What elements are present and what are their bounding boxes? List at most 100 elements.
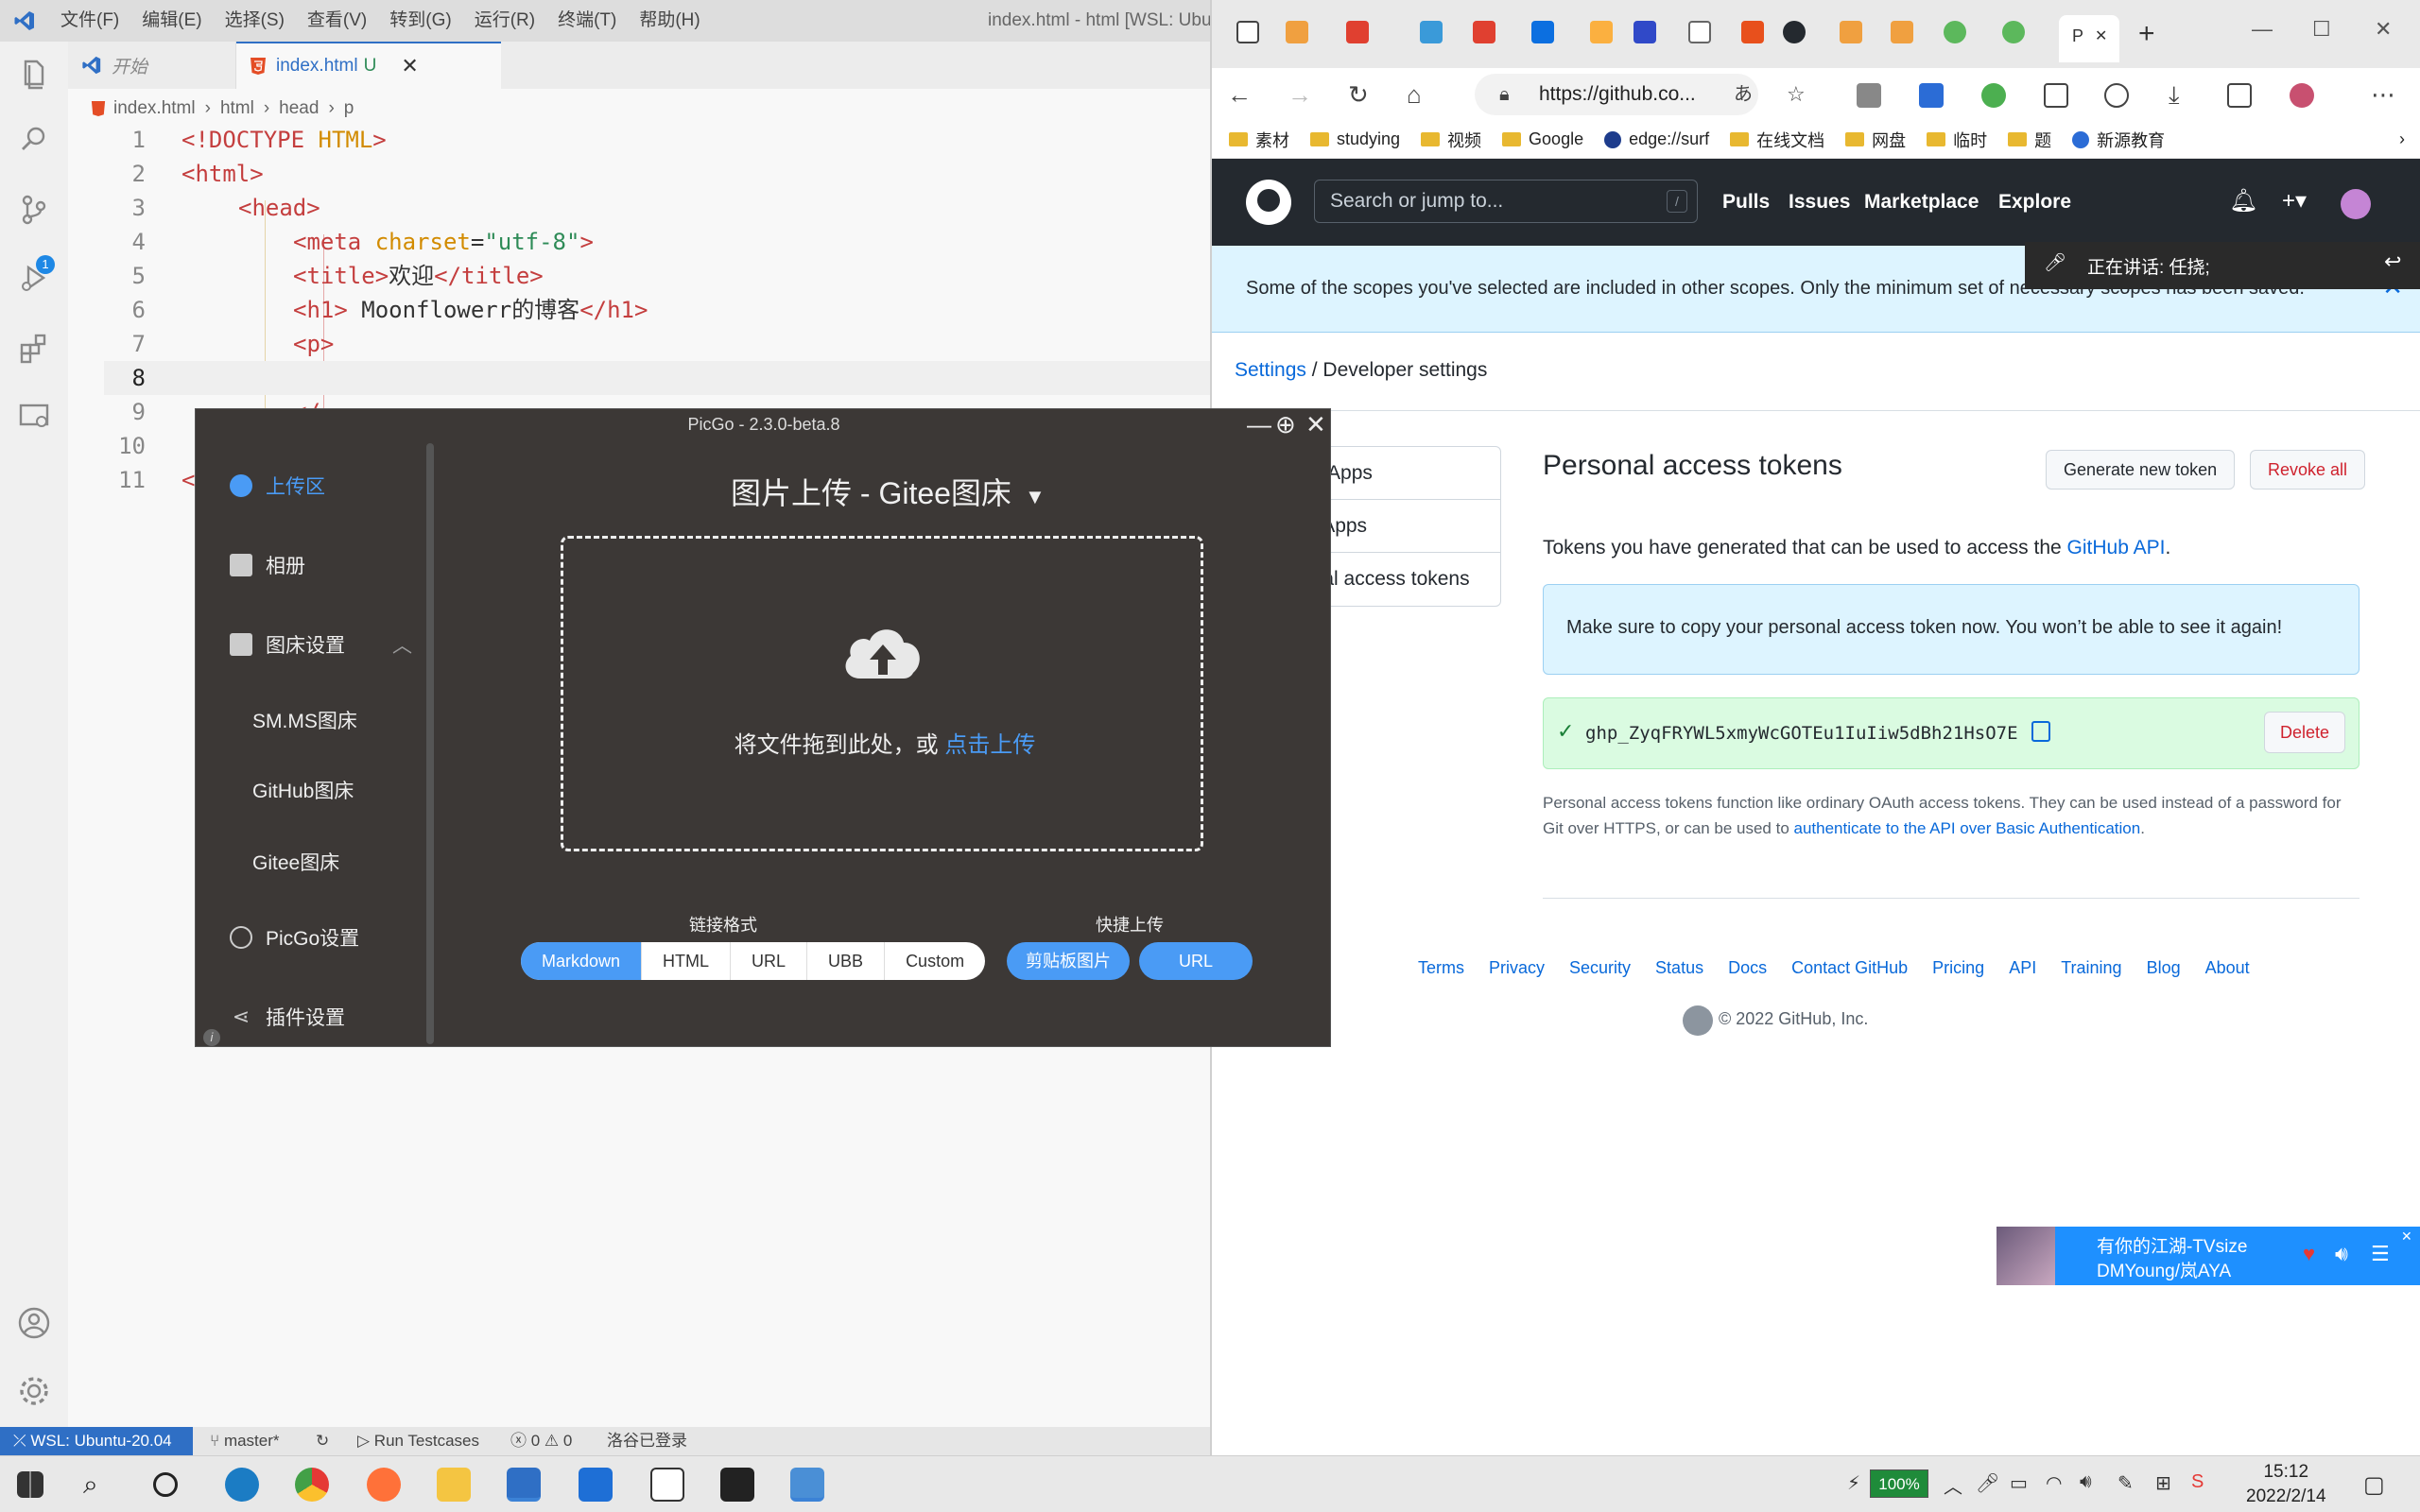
menu-help[interactable]: 帮助(H) <box>639 0 700 42</box>
basic-auth-link[interactable]: authenticate to the API over Basic Authe… <box>1794 819 2141 837</box>
battery-indicator[interactable]: 100% <box>1870 1469 1928 1498</box>
extension-icon[interactable] <box>1981 83 2006 108</box>
favorite-item[interactable]: 素材 <box>1229 128 1289 152</box>
github-nav-explore[interactable]: Explore <box>1998 159 2071 246</box>
github-logo-icon[interactable] <box>1246 180 1291 225</box>
favorite-item[interactable]: 题 <box>2008 128 2051 152</box>
browser-tab-favicon[interactable] <box>1783 21 1806 43</box>
favorite-item[interactable]: edge://surf <box>1604 129 1709 149</box>
format-option-url[interactable]: URL <box>731 942 808 980</box>
favorite-item[interactable]: 新源教育 <box>2072 128 2165 152</box>
wifi-icon[interactable]: ◠ <box>2046 1471 2062 1495</box>
menu-go[interactable]: 转到(G) <box>389 0 451 42</box>
chevron-right-icon[interactable]: › <box>2399 129 2405 149</box>
status-remote[interactable]: ⤫ WSL: Ubuntu-20.04 <box>0 1427 193 1455</box>
extensions-icon[interactable] <box>17 331 51 365</box>
reply-icon[interactable]: ↩ <box>2384 249 2401 274</box>
github-logo-icon[interactable] <box>1683 1005 1713 1036</box>
browser-tab-favicon[interactable] <box>1840 21 1862 43</box>
status-login[interactable]: 洛谷已登录 <box>607 1427 687 1455</box>
github-nav-pulls[interactable]: Pulls <box>1722 159 1770 246</box>
source-control-icon[interactable] <box>17 193 51 227</box>
upload-drop-zone[interactable]: 将文件拖到此处，或 点击上传 <box>561 536 1203 851</box>
browser-tab-favicon[interactable] <box>1346 21 1369 43</box>
breadcrumb-head[interactable]: head <box>279 98 319 119</box>
menu-edit[interactable]: 编辑(E) <box>142 0 201 42</box>
close-icon[interactable]: ✕ <box>1305 411 1326 438</box>
revoke-all-button[interactable]: Revoke all <box>2250 450 2366 490</box>
scrollbar[interactable] <box>426 443 434 1044</box>
status-run-testcases[interactable]: ▷ Run Testcases <box>357 1427 479 1455</box>
format-option-custom[interactable]: Custom <box>885 942 985 980</box>
nav-bed-settings[interactable]: 图床设置 ︿ <box>230 630 412 659</box>
close-icon[interactable]: ✕ <box>2095 26 2107 45</box>
footer-link[interactable]: Pricing <box>1932 958 1984 978</box>
search-icon[interactable]: ⌕ <box>83 1468 117 1502</box>
breadcrumb-file[interactable]: index.html <box>113 98 196 119</box>
browser-tab-favicon[interactable] <box>1891 21 1913 43</box>
close-window-icon[interactable]: ✕ <box>2375 17 2392 42</box>
file-explorer-icon[interactable] <box>437 1468 471 1502</box>
volume-icon[interactable]: 🔊︎ <box>2335 1242 2348 1266</box>
info-icon[interactable]: i <box>203 1029 220 1046</box>
nav-album[interactable]: 相册 <box>230 551 305 579</box>
status-problems[interactable]: ⓧ 0 ⚠ 0 <box>510 1427 572 1455</box>
menu-selection[interactable]: 选择(S) <box>225 0 285 42</box>
github-search-input[interactable]: Search or jump to... / <box>1314 180 1698 223</box>
minimize-icon[interactable]: — <box>1247 411 1271 438</box>
battery-icon[interactable]: ▭ <box>2010 1471 2028 1495</box>
account-icon[interactable] <box>17 1306 51 1340</box>
close-icon[interactable]: ✕ <box>2401 1228 2412 1245</box>
nav-plugins[interactable]: ⋖ 插件设置 <box>230 1003 345 1031</box>
favorite-item[interactable]: Google <box>1502 129 1583 149</box>
bell-icon[interactable]: 🔔︎ <box>2229 187 2257 215</box>
back-arrow-icon[interactable]: ← <box>1227 81 1252 108</box>
footer-link[interactable]: Contact GitHub <box>1791 958 1908 978</box>
minimize-icon[interactable]: — <box>2252 17 2273 42</box>
menu-file[interactable]: 文件(F) <box>60 0 119 42</box>
footer-link[interactable]: Blog <box>2147 958 2181 978</box>
clipboard-upload-button[interactable]: 剪贴板图片 <box>1007 942 1130 980</box>
sync-icon[interactable]: ↻ <box>316 1427 329 1455</box>
explorer-icon[interactable] <box>17 57 51 91</box>
github-nav-marketplace[interactable]: Marketplace <box>1864 159 1979 246</box>
lock-icon[interactable]: 🔒︎ <box>1499 81 1510 108</box>
playlist-icon[interactable]: ☰ <box>2371 1242 2390 1266</box>
browser-tab-favicon[interactable] <box>1590 21 1613 43</box>
github-avatar[interactable] <box>2341 189 2371 219</box>
footer-link[interactable]: Docs <box>1728 958 1767 978</box>
tab-actions-icon[interactable] <box>1236 21 1259 43</box>
delete-token-button[interactable]: Delete <box>2263 712 2345 753</box>
footer-link[interactable]: About <box>2205 958 2250 978</box>
click-upload-link[interactable]: 点击上传 <box>944 732 1035 758</box>
chrome-app-icon[interactable] <box>295 1468 329 1502</box>
firefox-app-icon[interactable] <box>367 1468 401 1502</box>
copy-icon[interactable] <box>2031 721 2050 742</box>
notifications-icon[interactable]: ▢ <box>2363 1471 2385 1499</box>
profile-avatar[interactable] <box>2290 83 2314 108</box>
format-option-html[interactable]: HTML <box>642 942 732 980</box>
picgo-main-title[interactable]: 图片上传 - Gitee图床 ▼ <box>731 470 1046 513</box>
settings-gear-icon[interactable] <box>17 1374 51 1408</box>
browser-tab-favicon[interactable] <box>1944 21 1966 43</box>
footer-link[interactable]: Status <box>1655 958 1703 978</box>
browser-tab-favicon[interactable] <box>1531 21 1554 43</box>
browser-tab-favicon[interactable] <box>2002 21 2025 43</box>
breadcrumb-p[interactable]: p <box>344 98 354 119</box>
footer-link[interactable]: Training <box>2061 958 2121 978</box>
read-aloud-icon[interactable]: あ <box>1734 81 1753 108</box>
breadcrumb-settings-link[interactable]: Settings <box>1235 359 1306 381</box>
plus-dropdown-icon[interactable]: +▾ <box>2282 187 2307 215</box>
pin-icon[interactable]: ⊕ <box>1275 411 1296 438</box>
maximize-icon[interactable]: ☐ <box>2312 17 2331 42</box>
app-icon[interactable] <box>790 1468 824 1502</box>
browser-tab-favicon[interactable] <box>1473 21 1495 43</box>
status-branch[interactable]: ⑂ master* <box>210 1427 280 1455</box>
url-upload-button[interactable]: URL <box>1139 942 1253 980</box>
download-icon[interactable]: ⤓ <box>2169 81 2180 108</box>
generate-new-token-button[interactable]: Generate new token <box>2046 450 2236 490</box>
extension-icon[interactable] <box>1857 83 1881 108</box>
chevron-up-icon[interactable]: ︿ <box>1944 1471 1962 1499</box>
browser-tab-favicon[interactable] <box>1688 21 1711 43</box>
refresh-icon[interactable]: ↻ <box>1348 81 1369 108</box>
